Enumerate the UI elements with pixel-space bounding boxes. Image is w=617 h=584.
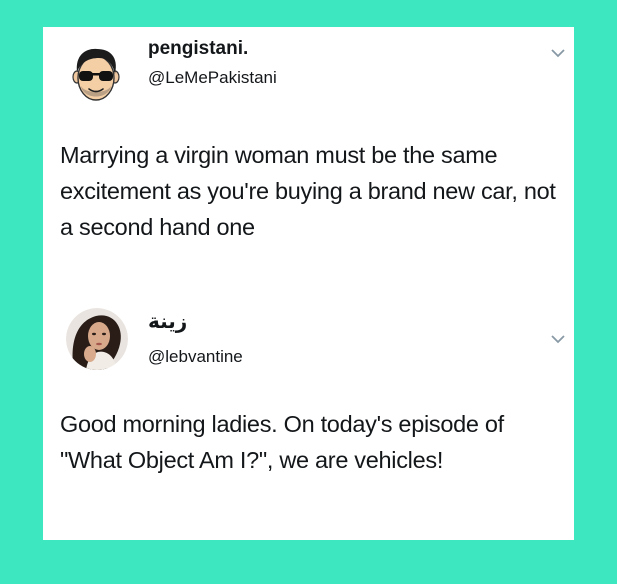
user-handle[interactable]: @LeMePakistani: [148, 68, 277, 88]
chevron-down-icon[interactable]: [550, 46, 566, 58]
cartoon-avatar-icon[interactable]: [65, 44, 127, 106]
photo-avatar-icon[interactable]: [66, 308, 128, 370]
tweet-text: Good morning ladies. On today's episode …: [60, 411, 504, 473]
display-name[interactable]: زينة: [148, 309, 187, 334]
tweet-pengistani: pengistani. @LeMePakistani Marrying a vi…: [43, 27, 574, 292]
screenshot-card: pengistani. @LeMePakistani Marrying a vi…: [43, 27, 574, 540]
user-handle[interactable]: @lebvantine: [148, 347, 243, 367]
tweet-lebvantine: زينة @lebvantine Good morning ladies. On…: [43, 292, 574, 540]
display-name[interactable]: pengistani.: [148, 38, 248, 60]
chevron-down-icon[interactable]: [550, 332, 566, 344]
tweet-text: Marrying a virgin woman must be the same…: [60, 142, 556, 240]
